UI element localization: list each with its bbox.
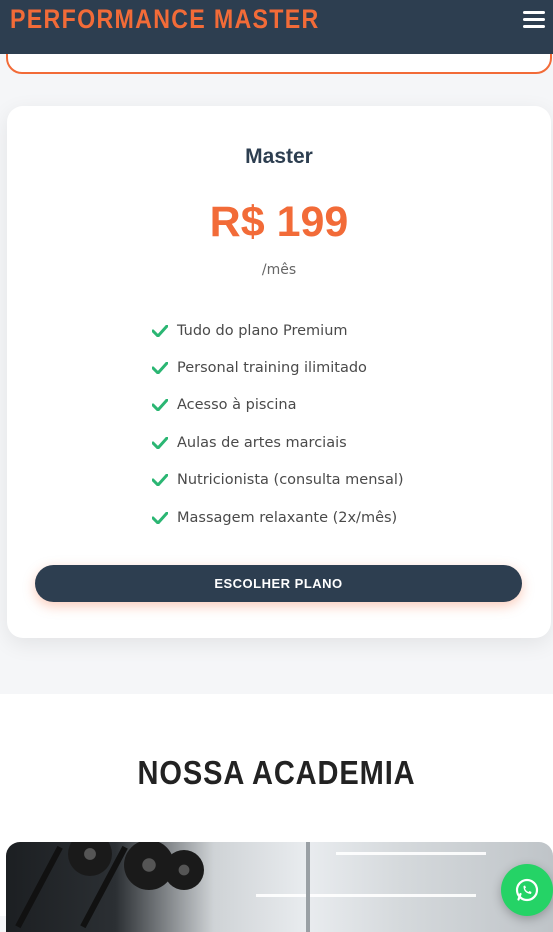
check-icon <box>152 474 168 487</box>
check-icon <box>152 511 168 524</box>
feature-label: Personal training ilimitado <box>177 360 367 377</box>
feature-label: Nutricionista (consulta mensal) <box>177 472 404 489</box>
feature-item: Nutricionista (consulta mensal) <box>152 462 404 499</box>
feature-item: Tudo do plano Premium <box>152 312 404 349</box>
check-icon <box>152 436 168 449</box>
brand-logo[interactable]: PERFORMANCE MASTER <box>10 4 320 35</box>
feature-label: Massagem relaxante (2x/mês) <box>177 509 398 526</box>
bars-icon[interactable] <box>523 11 545 29</box>
feature-item: Personal training ilimitado <box>152 349 404 386</box>
section-title: NOSSA ACADEMIA <box>137 754 416 791</box>
whatsapp-icon <box>515 878 539 902</box>
plan-price: R$ 199 <box>209 198 349 246</box>
feature-item: Aulas de artes marciais <box>152 424 404 461</box>
feature-list: Tudo do plano Premium Personal training … <box>152 312 404 536</box>
feature-label: Aulas de artes marciais <box>177 434 347 451</box>
plan-card-master: Master R$ 199 /mês Tudo do plano Premium… <box>7 106 551 638</box>
feature-item: Acesso à piscina <box>152 387 404 424</box>
feature-label: Tudo do plano Premium <box>177 322 348 339</box>
whatsapp-button[interactable] <box>501 864 553 916</box>
check-icon <box>152 324 168 337</box>
plan-name: Master <box>245 145 313 168</box>
gym-photo <box>6 842 553 932</box>
gallery-section: NOSSA ACADEMIA <box>0 694 553 932</box>
feature-label: Acesso à piscina <box>177 397 297 414</box>
check-icon <box>152 399 168 412</box>
check-icon <box>152 362 168 375</box>
feature-item: Massagem relaxante (2x/mês) <box>152 499 404 536</box>
site-header: PERFORMANCE MASTER <box>0 0 553 54</box>
plan-period: /mês <box>261 262 297 278</box>
choose-plan-button[interactable]: ESCOLHER PLANO <box>35 565 522 602</box>
